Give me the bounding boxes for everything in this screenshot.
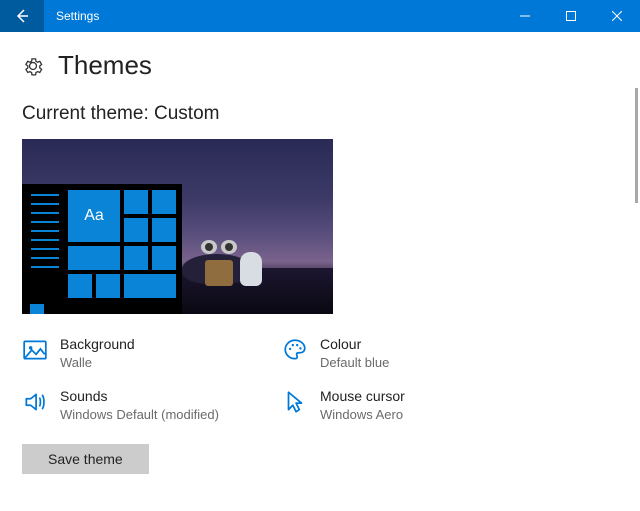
theme-preview[interactable]: Aa — [22, 139, 333, 314]
setting-colour[interactable]: Colour Default blue — [282, 336, 542, 370]
window-title: Settings — [44, 9, 502, 23]
preview-tile-aa: Aa — [68, 190, 120, 242]
setting-sounds[interactable]: Sounds Windows Default (modified) — [22, 388, 282, 422]
setting-mouse-cursor[interactable]: Mouse cursor Windows Aero — [282, 388, 542, 422]
maximize-button[interactable] — [548, 0, 594, 32]
preview-start-overlay: Aa — [22, 184, 182, 314]
page-title: Themes — [58, 50, 152, 81]
setting-background[interactable]: Background Walle — [22, 336, 282, 370]
current-theme-heading: Current theme: Custom — [22, 103, 618, 125]
minimize-button[interactable] — [502, 0, 548, 32]
arrow-left-icon — [14, 8, 30, 24]
minimize-icon — [520, 11, 530, 21]
palette-icon — [282, 337, 308, 363]
setting-sounds-label: Sounds — [60, 388, 219, 405]
current-theme-name: Custom — [154, 103, 219, 124]
picture-icon — [22, 337, 48, 363]
page-header: Themes — [22, 50, 618, 81]
setting-cursor-value: Windows Aero — [320, 407, 405, 422]
theme-settings: Background Walle Colour Default blue — [22, 336, 562, 422]
close-icon — [612, 11, 622, 21]
window-controls — [502, 0, 640, 32]
maximize-icon — [566, 11, 576, 21]
current-theme-label: Current theme: — [22, 103, 154, 124]
setting-background-label: Background — [60, 336, 135, 353]
setting-background-value: Walle — [60, 355, 135, 370]
gear-icon — [22, 55, 44, 77]
page-content: Themes Current theme: Custom Aa — [0, 32, 640, 474]
setting-cursor-label: Mouse cursor — [320, 388, 405, 405]
sound-icon — [22, 389, 48, 415]
preview-robot — [197, 238, 241, 286]
setting-colour-label: Colour — [320, 336, 389, 353]
cursor-icon — [282, 389, 308, 415]
save-theme-button[interactable]: Save theme — [22, 444, 149, 474]
close-button[interactable] — [594, 0, 640, 32]
preview-figure — [240, 252, 262, 286]
setting-sounds-value: Windows Default (modified) — [60, 407, 219, 422]
back-button[interactable] — [0, 0, 44, 32]
setting-colour-value: Default blue — [320, 355, 389, 370]
scrollbar[interactable] — [635, 88, 638, 203]
titlebar: Settings — [0, 0, 640, 32]
